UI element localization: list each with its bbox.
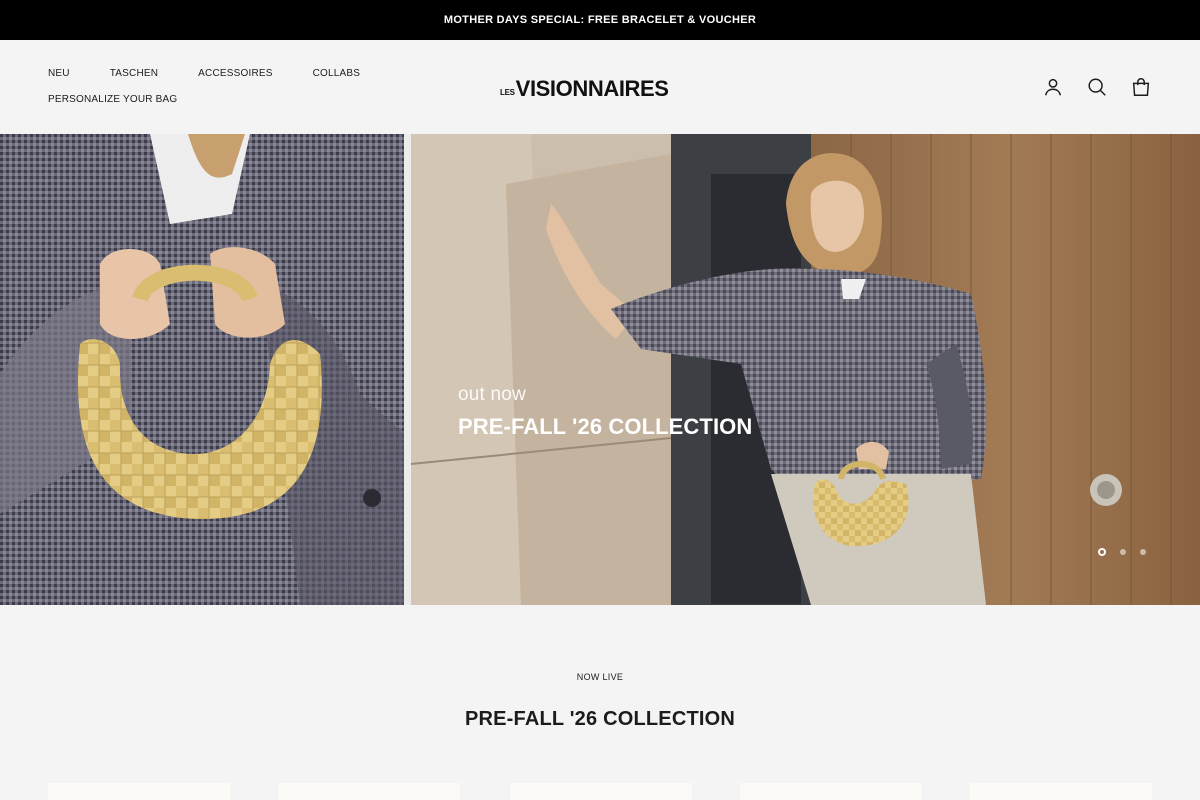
hero-image-model [411, 134, 1200, 605]
hero-caption: out now PRE-FALL '26 COLLECTION [458, 384, 752, 440]
carousel-dot-3[interactable] [1140, 549, 1146, 555]
carousel-pagination [1098, 548, 1146, 556]
section-eyebrow: NOW LIVE [576, 672, 624, 682]
model-illustration [411, 134, 1200, 605]
logo-prefix: LES [500, 88, 515, 97]
nav-item-personalize[interactable]: PERSONALIZE YOUR BAG [48, 94, 177, 105]
product-card[interactable] [740, 783, 922, 800]
nav-item-neu[interactable]: NEU [48, 68, 70, 79]
hero-eyebrow-text: out now [458, 384, 526, 405]
product-card[interactable] [48, 783, 230, 800]
nav-row-1: NEU TASCHEN ACCESSOIRES COLLABS [48, 68, 448, 94]
account-icon[interactable] [1042, 76, 1064, 98]
nav-item-collabs[interactable]: COLLABS [313, 68, 361, 79]
brand-logo[interactable]: LES VISIONNAIRES [500, 74, 700, 100]
product-card[interactable] [510, 783, 692, 800]
site-header: NEU TASCHEN ACCESSOIRES COLLABS PERSONAL… [0, 40, 1200, 134]
hero-carousel[interactable] [0, 134, 1200, 605]
product-card[interactable] [970, 783, 1152, 800]
nav-item-taschen[interactable]: TASCHEN [110, 68, 158, 79]
product-card[interactable] [278, 783, 460, 800]
cart-bag-icon[interactable] [1130, 76, 1152, 98]
hero-divider [404, 134, 411, 605]
carousel-dot-2[interactable] [1120, 549, 1126, 555]
announcement-bar: MOTHER DAYS SPECIAL: FREE BRACELET & VOU… [0, 0, 1200, 40]
announcement-text: MOTHER DAYS SPECIAL: FREE BRACELET & VOU… [443, 14, 757, 26]
header-icons [1042, 76, 1152, 98]
nav-item-accessoires[interactable]: ACCESSOIRES [198, 68, 272, 79]
product-grid [48, 783, 1152, 800]
closeup-illustration [0, 134, 404, 605]
logo-name: VISIONNAIRES [515, 76, 669, 101]
section-title: PRE-FALL '26 COLLECTION [464, 708, 736, 730]
main-nav: NEU TASCHEN ACCESSOIRES COLLABS PERSONAL… [48, 68, 448, 120]
hero-image-closeup [0, 134, 404, 605]
hero-title-text[interactable]: PRE-FALL '26 COLLECTION [458, 414, 752, 440]
carousel-dot-1[interactable] [1098, 548, 1106, 556]
search-icon[interactable] [1086, 76, 1108, 98]
nav-row-2: PERSONALIZE YOUR BAG [48, 94, 448, 120]
